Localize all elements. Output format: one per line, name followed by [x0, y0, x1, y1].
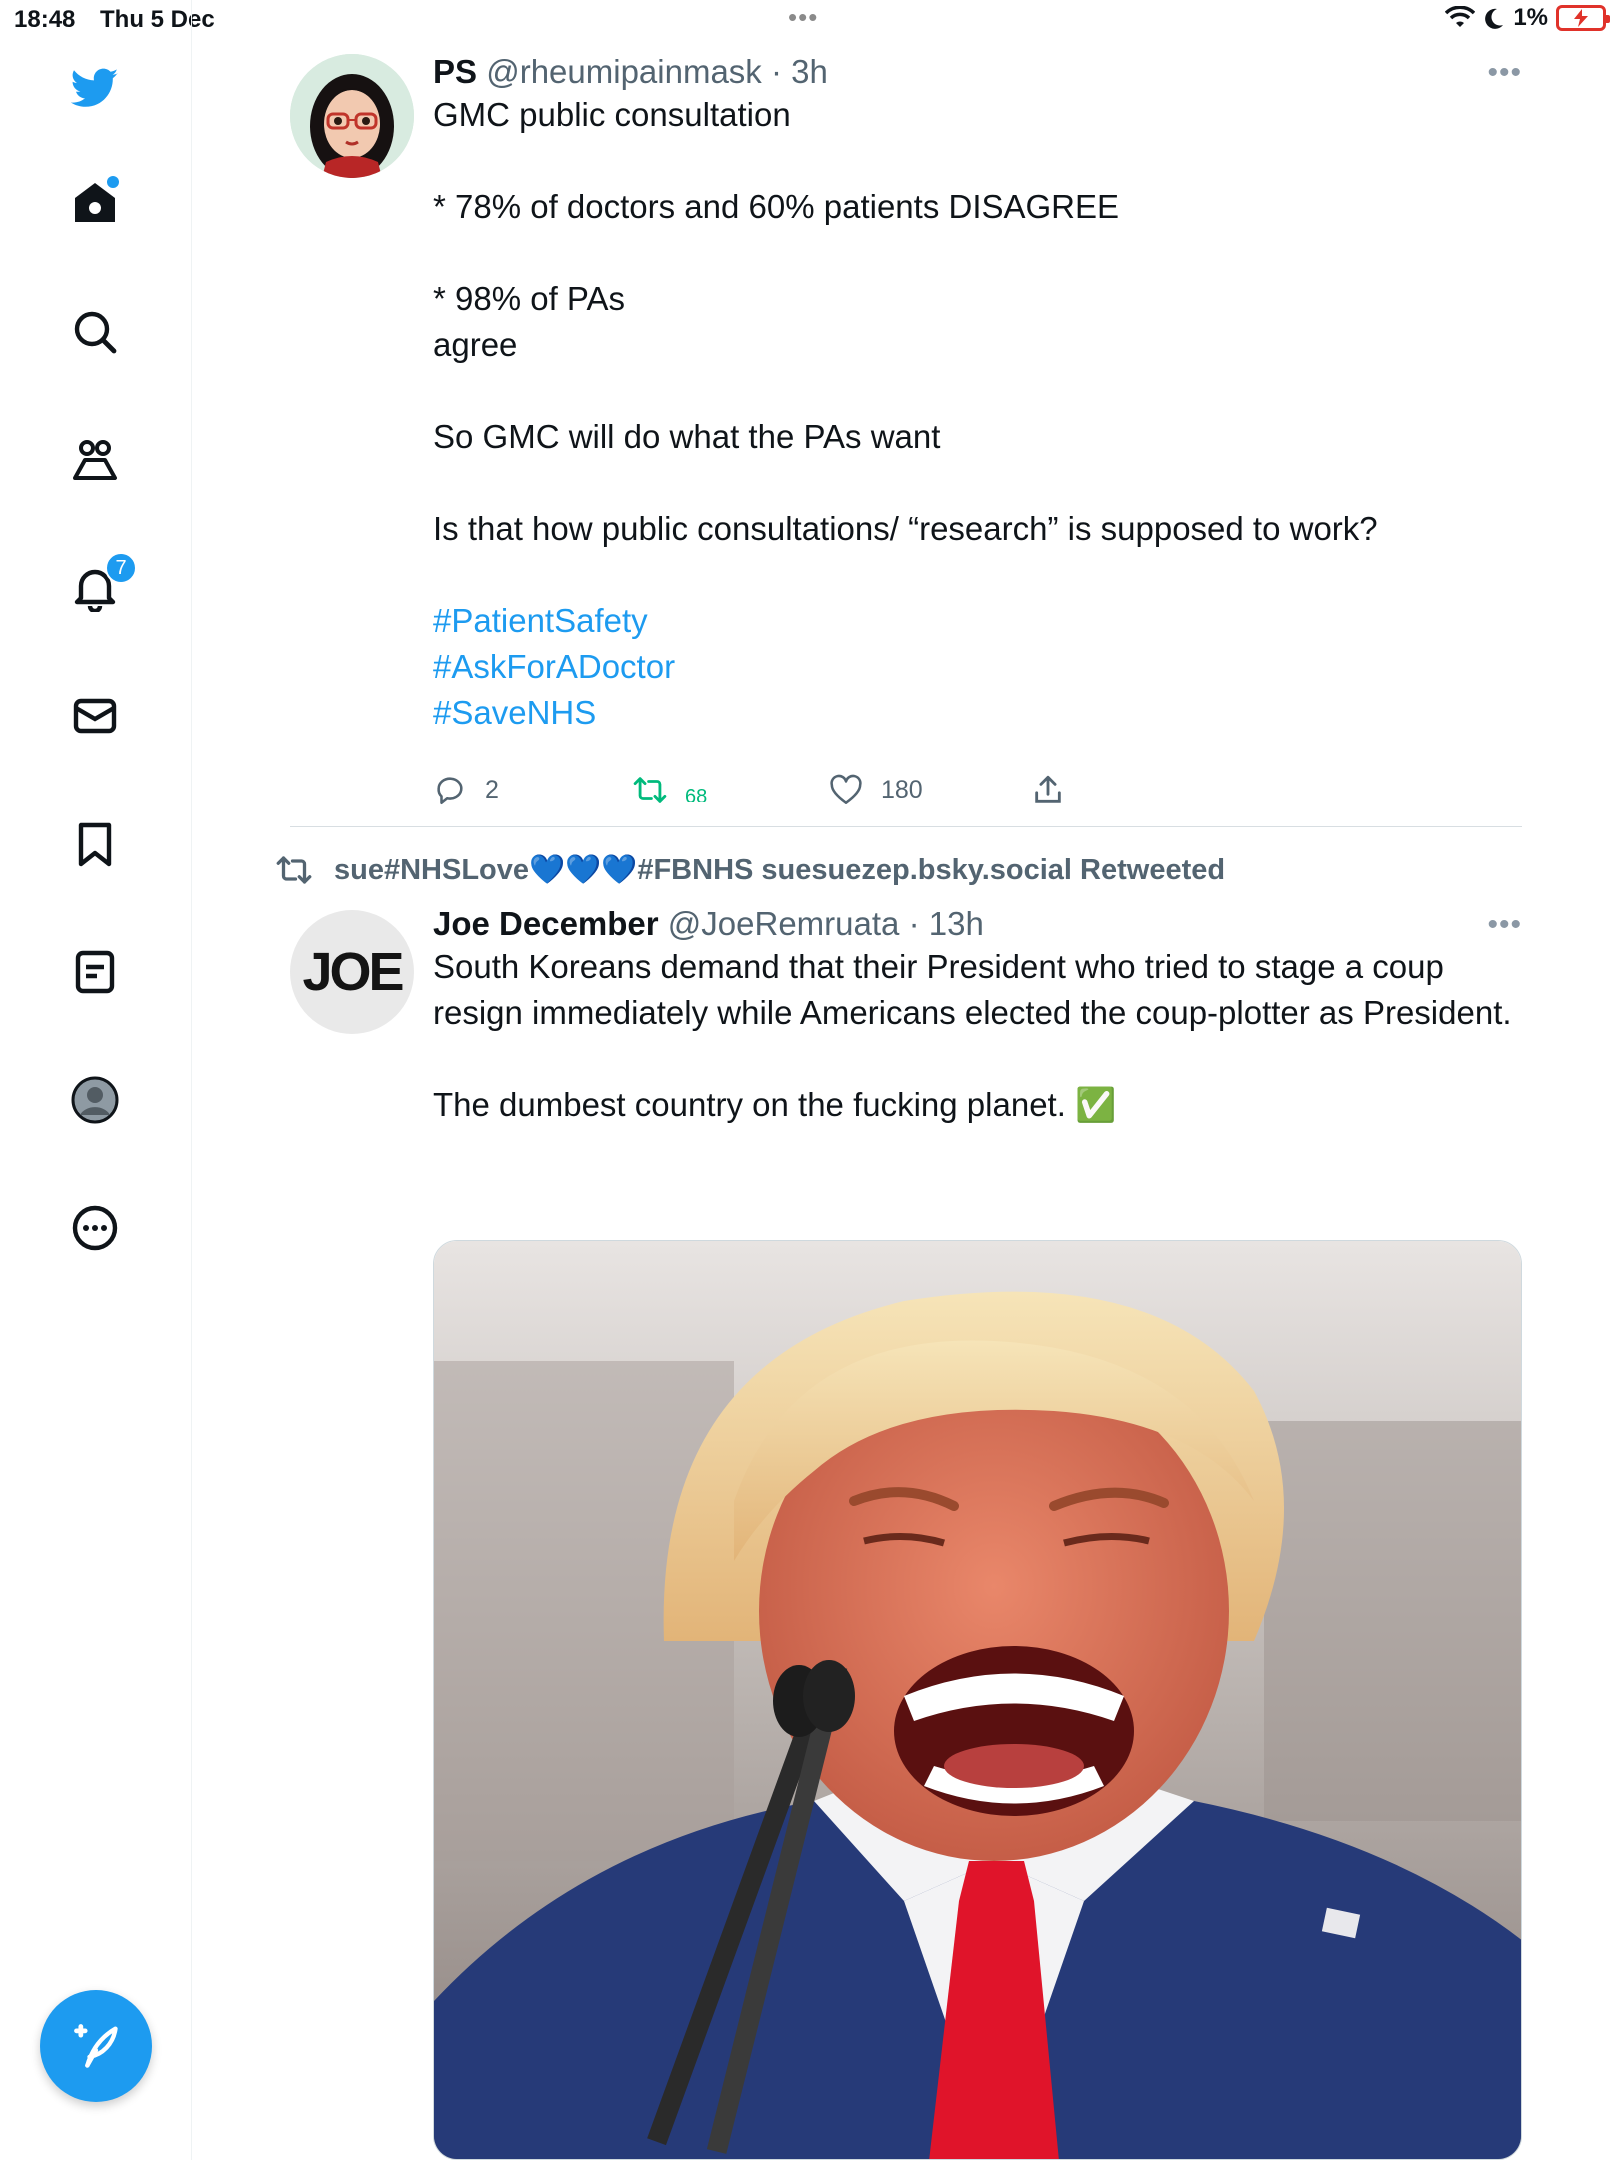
author-name[interactable]: Joe December	[433, 905, 659, 942]
home-icon[interactable]	[65, 172, 125, 232]
status-right: 1%	[1445, 4, 1610, 32]
share-icon	[1035, 775, 1061, 803]
hashtag-link[interactable]: #PatientSafety	[433, 598, 1521, 644]
reply-count: 2	[485, 775, 499, 804]
messages-icon[interactable]	[65, 686, 125, 746]
tweet-text: South Koreans demand that their Presiden…	[433, 948, 1512, 1123]
reply-icon	[437, 777, 463, 805]
notifications-icon[interactable]: 7	[65, 552, 137, 618]
tweet-text: GMC public consultation * 78% of doctors…	[433, 96, 1378, 547]
compose-tweet-icon	[74, 2024, 118, 2068]
communities-icon[interactable]	[65, 430, 125, 490]
wifi-icon	[1445, 6, 1476, 27]
tweet-2[interactable]: JOE Joe December @JoeRemruata · 13h Sout…	[290, 904, 1522, 2160]
retweet-small-icon	[276, 856, 312, 884]
avatar-logo-text: JOE	[302, 942, 404, 1002]
moon-icon	[1485, 8, 1504, 29]
notifications-badge: 7	[105, 552, 137, 584]
retweet-icon	[633, 777, 667, 803]
tweet-actions: 2 68 180	[433, 770, 1433, 810]
more-icon[interactable]	[65, 1198, 125, 1258]
author-name[interactable]: PS	[433, 53, 477, 90]
avatar[interactable]	[290, 54, 414, 178]
hashtag-list: #PatientSafety #AskForADoctor #SaveNHS	[433, 598, 1521, 736]
author-handle[interactable]: @rheumipainmask	[486, 53, 762, 90]
tweet-media-image[interactable]	[433, 1240, 1522, 2160]
author-handle[interactable]: @JoeRemruata	[668, 905, 900, 942]
multitasking-dots-icon[interactable]: •••	[788, 2, 818, 33]
like-count: 180	[881, 775, 923, 804]
retweet-context[interactable]: sue#NHSLove💙💙💙#FBNHS suesuezep.bsky.soci…	[276, 852, 1225, 888]
tweet-more-icon[interactable]: •••	[1487, 56, 1522, 90]
tweet-more-icon[interactable]: •••	[1487, 908, 1522, 942]
tweet-body: PS @rheumipainmask · 3h GMC public consu…	[433, 52, 1521, 736]
tweet-time[interactable]: · 3h	[771, 53, 828, 90]
like-button[interactable]: 180	[829, 773, 923, 807]
retweet-button[interactable]: 68	[633, 773, 707, 807]
compose-tweet-button[interactable]	[40, 1990, 152, 2102]
sidebar: 7	[0, 0, 192, 2160]
tweet-divider	[290, 826, 1522, 827]
tweet-body: Joe December @JoeRemruata · 13h South Ko…	[433, 904, 1521, 1128]
tweet-1[interactable]: PS @rheumipainmask · 3h GMC public consu…	[290, 52, 1522, 832]
retweet-count: 68	[685, 786, 708, 802]
tweet-header: Joe December @JoeRemruata · 13h	[433, 904, 1521, 944]
timeline: PS @rheumipainmask · 3h GMC public consu…	[193, 40, 1620, 2160]
hashtag-link[interactable]: #SaveNHS	[433, 690, 1521, 736]
avatar[interactable]: JOE	[290, 910, 414, 1034]
twitter-logo-icon[interactable]	[65, 58, 125, 118]
home-new-dot	[107, 176, 119, 188]
battery-icon	[1556, 5, 1610, 31]
battery-percent: 1%	[1513, 4, 1548, 31]
share-button[interactable]	[1031, 773, 1065, 807]
like-icon	[830, 774, 862, 805]
tweet-time[interactable]: · 13h	[909, 905, 984, 942]
retweeted-by-text: sue#NHSLove💙💙💙#FBNHS suesuezep.bsky.soci…	[334, 854, 1226, 886]
lists-icon[interactable]	[65, 942, 125, 1002]
search-icon[interactable]	[65, 302, 125, 362]
bookmarks-icon[interactable]	[65, 814, 125, 874]
profile-icon[interactable]	[65, 1070, 125, 1130]
hashtag-link[interactable]: #AskForADoctor	[433, 644, 1521, 690]
reply-button[interactable]: 2	[433, 773, 499, 807]
tweet-header: PS @rheumipainmask · 3h	[433, 52, 1521, 92]
status-bar: 18:48 Thu 5 Dec ••• 1%	[0, 0, 1620, 40]
